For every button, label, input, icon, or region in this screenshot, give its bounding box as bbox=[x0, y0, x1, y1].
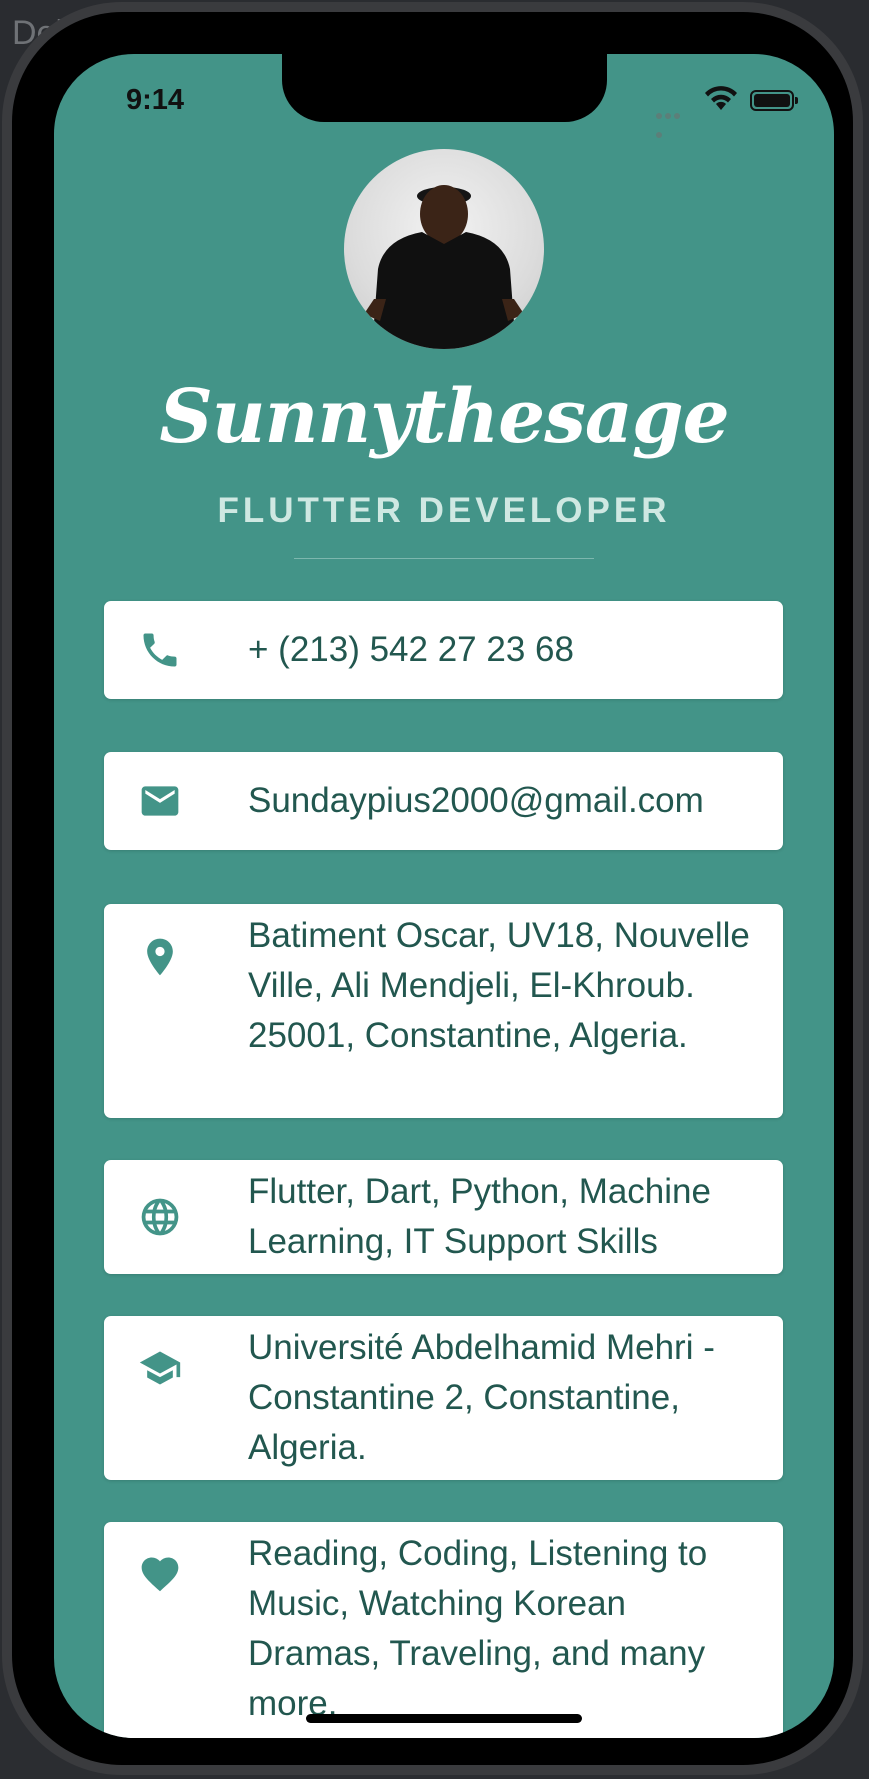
email-icon bbox=[138, 779, 182, 823]
status-time: 9:14 bbox=[126, 84, 185, 116]
phone-icon bbox=[138, 628, 182, 672]
heart-icon bbox=[138, 1552, 182, 1596]
skills-card[interactable]: Flutter, Dart, Python, Machine Learning,… bbox=[104, 1160, 783, 1274]
hobbies-text: Reading, Coding, Listening to Music, Wat… bbox=[248, 1534, 708, 1723]
avatar bbox=[344, 149, 544, 349]
graduation-cap-icon bbox=[138, 1346, 182, 1390]
globe-icon bbox=[138, 1195, 182, 1239]
app-screen: 9:14 Sunnythesage FLUTTER DEVELOPER + (2… bbox=[54, 54, 834, 1738]
phone-frame: 9:14 Sunnythesage FLUTTER DEVELOPER + (2… bbox=[2, 2, 863, 1775]
phone-card[interactable]: + (213) 542 27 23 68 bbox=[104, 601, 783, 699]
address-card[interactable]: Batiment Oscar, UV18, Nouvelle Ville, Al… bbox=[104, 904, 783, 1118]
email-address: Sundaypius2000@gmail.com bbox=[248, 781, 704, 820]
divider bbox=[294, 558, 594, 559]
email-card[interactable]: Sundaypius2000@gmail.com bbox=[104, 752, 783, 850]
education-card[interactable]: Université Abdelhamid Mehri - Constantin… bbox=[104, 1316, 783, 1480]
signal-icon bbox=[656, 104, 690, 138]
home-indicator[interactable] bbox=[306, 1714, 582, 1723]
address-text: Batiment Oscar, UV18, Nouvelle Ville, Al… bbox=[248, 916, 750, 1055]
wifi-icon bbox=[704, 85, 738, 111]
location-pin-icon bbox=[138, 935, 182, 979]
phone-number: + (213) 542 27 23 68 bbox=[248, 630, 574, 669]
battery-icon bbox=[750, 90, 798, 111]
notch bbox=[282, 54, 607, 122]
profile-name: Sunnythesage bbox=[159, 374, 729, 460]
skills-text: Flutter, Dart, Python, Machine Learning,… bbox=[248, 1172, 711, 1261]
profile-title: FLUTTER DEVELOPER bbox=[217, 491, 671, 530]
hobbies-card[interactable]: Reading, Coding, Listening to Music, Wat… bbox=[104, 1522, 783, 1738]
education-text: Université Abdelhamid Mehri - Constantin… bbox=[248, 1328, 715, 1467]
phone-bezel: 9:14 Sunnythesage FLUTTER DEVELOPER + (2… bbox=[12, 12, 853, 1765]
